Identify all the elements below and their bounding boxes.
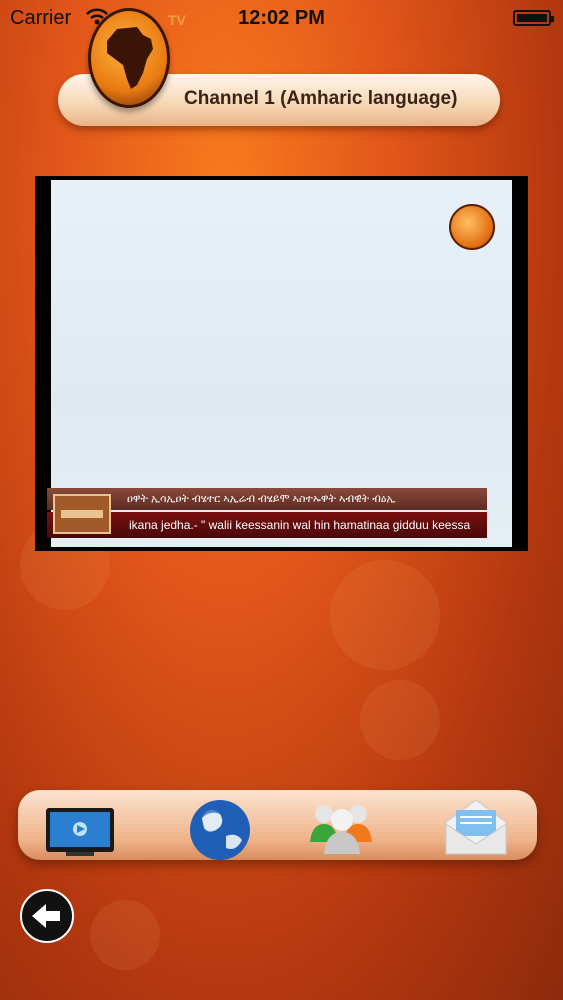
community-button[interactable] — [302, 784, 382, 864]
mail-icon — [445, 799, 507, 855]
users-icon — [310, 805, 372, 854]
bokeh-light — [360, 680, 440, 760]
channel-watermark-icon — [449, 204, 495, 250]
channel-title: Channel 1 (Amharic language) — [184, 88, 458, 109]
contact-button[interactable] — [436, 784, 516, 864]
news-ticker-bottom: ikana jedha.- " walii keessanin wal hin … — [47, 512, 487, 538]
video-player[interactable]: ዐዋት ኢሳኢዐት ብሄተር ኣኢሬብ ብሄይሞ ኣስተኡዋት ኣብዊት ብዕኢ… — [35, 176, 528, 551]
logo-tv-label: TV — [168, 12, 186, 28]
arrow-left-icon — [32, 904, 60, 928]
tv-button[interactable] — [40, 784, 120, 864]
africa-map-icon — [107, 27, 153, 89]
status-bar: Carrier 12:02 PM — [0, 0, 563, 38]
tv-icon — [46, 808, 114, 856]
back-button[interactable] — [20, 889, 74, 943]
ticker-logo — [53, 494, 111, 534]
bokeh-light — [90, 900, 160, 970]
bottom-dock — [18, 790, 537, 860]
globe-button[interactable] — [180, 784, 260, 864]
africa-tv-logo — [88, 8, 170, 108]
clock: 12:02 PM — [238, 7, 325, 29]
globe-icon — [190, 800, 250, 860]
news-ticker-top: ዐዋት ኢሳኢዐት ብሄተር ኣኢሬብ ብሄይሞ ኣስተኡዋት ኣብዊት ብዕኢ — [47, 488, 487, 510]
battery-icon — [513, 10, 554, 26]
bokeh-light — [330, 560, 440, 670]
